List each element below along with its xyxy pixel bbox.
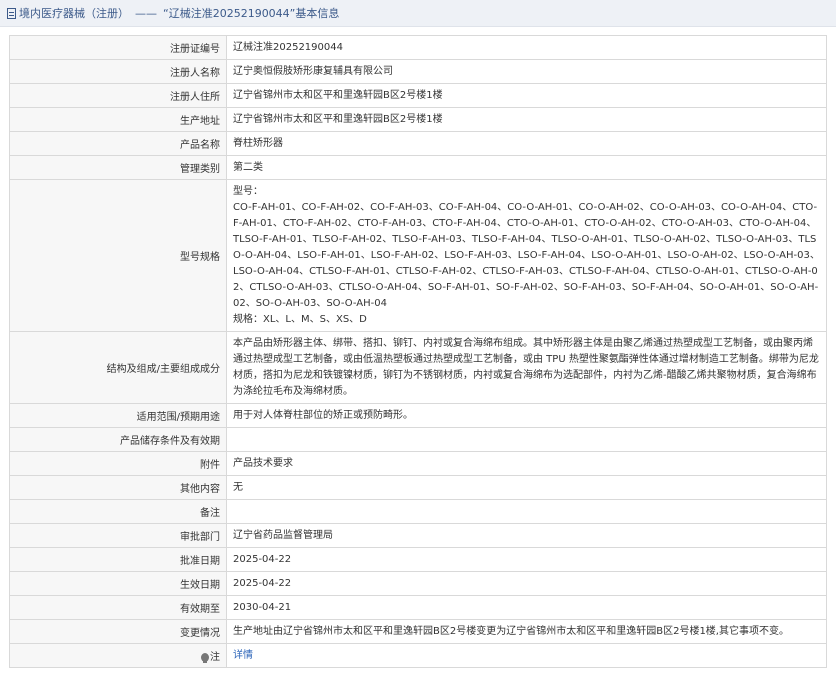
field-value: 用于对人体脊柱部位的矫正或预防畸形。 [226,403,827,428]
field-label: 产品名称 [9,131,227,156]
field-label: 适用范围/预期用途 [9,403,227,428]
field-value: 生产地址由辽宁省锦州市太和区平和里逸轩园B区2号楼变更为辽宁省锦州市太和区平和里… [226,619,827,644]
table-row: 附件 产品技术要求 [9,451,827,476]
field-label: 注册人名称 [9,59,227,84]
table-row: 注 详情 [9,643,827,668]
table-row: 注册人住所 辽宁省锦州市太和区平和里逸轩园B区2号楼1楼 [9,83,827,108]
page-header: 境内医疗器械（注册） —— “辽械注准20252190044”基本信息 [0,0,836,27]
record-title: “辽械注准20252190044”基本信息 [163,7,340,20]
table-row: 批准日期 2025-04-22 [9,547,827,572]
field-label: 生产地址 [9,107,227,132]
table-row: 产品名称 脊柱矫形器 [9,131,827,156]
lightbulb-icon [201,652,209,663]
details-label: 注 [9,643,227,668]
field-label: 生效日期 [9,571,227,596]
field-value: 辽宁省锦州市太和区平和里逸轩园B区2号楼1楼 [226,83,827,108]
field-value: 产品技术要求 [226,451,827,476]
field-label: 有效期至 [9,595,227,620]
table-row: 备注 [9,499,827,524]
registration-info-table: 注册证编号 辽械注准20252190044 注册人名称 辽宁奥恒假肢矫形康复辅具… [9,35,827,668]
field-value: 辽宁省药品监督管理局 [226,523,827,548]
field-label: 其他内容 [9,475,227,500]
field-value: 脊柱矫形器 [226,131,827,156]
table-row: 注册人名称 辽宁奥恒假肢矫形康复辅具有限公司 [9,59,827,84]
field-label: 型号规格 [9,179,227,332]
field-label: 注册证编号 [9,35,227,60]
table-row: 管理类别 第二类 [9,155,827,180]
document-icon [7,7,16,19]
model-list: CO-F-AH-01、CO-F-AH-02、CO-F-AH-03、CO-F-AH… [233,201,820,309]
field-label: 备注 [9,499,227,524]
details-cell: 详情 [226,643,827,668]
model-spec-value: 型号： CO-F-AH-01、CO-F-AH-02、CO-F-AH-03、CO-… [226,179,827,332]
field-value: 辽宁省锦州市太和区平和里逸轩园B区2号楼1楼 [226,107,827,132]
field-value: 本产品由矫形器主体、绑带、搭扣、铆钉、内衬或复合海绵布组成。其中矫形器主体是由聚… [226,331,827,404]
field-label: 注册人住所 [9,83,227,108]
table-row: 产品储存条件及有效期 [9,427,827,452]
table-row: 生产地址 辽宁省锦州市太和区平和里逸轩园B区2号楼1楼 [9,107,827,132]
table-row: 其他内容 无 [9,475,827,500]
field-value: 2030-04-21 [226,595,827,620]
table-row: 有效期至 2030-04-21 [9,595,827,620]
field-value: 2025-04-22 [226,571,827,596]
breadcrumb-separator: —— [135,6,157,20]
table-row: 变更情况 生产地址由辽宁省锦州市太和区平和里逸轩园B区2号楼变更为辽宁省锦州市太… [9,619,827,644]
field-label: 附件 [9,451,227,476]
details-label-text: 注 [210,652,220,663]
table-row: 结构及组成/主要组成成分 本产品由矫形器主体、绑带、搭扣、铆钉、内衬或复合海绵布… [9,331,827,404]
details-link[interactable]: 详情 [233,650,253,661]
field-value: 2025-04-22 [226,547,827,572]
table-row: 审批部门 辽宁省药品监督管理局 [9,523,827,548]
field-label: 管理类别 [9,155,227,180]
table-row: 生效日期 2025-04-22 [9,571,827,596]
model-heading: 型号： [233,185,263,197]
table-row: 型号规格 型号： CO-F-AH-01、CO-F-AH-02、CO-F-AH-0… [9,179,827,332]
breadcrumb-category-link[interactable]: 境内医疗器械（注册） [19,5,129,21]
spec-line: 规格：XL、L、M、S、XS、D [233,313,367,325]
table-row: 适用范围/预期用途 用于对人体脊柱部位的矫正或预防畸形。 [9,403,827,428]
field-value: 第二类 [226,155,827,180]
field-value: 辽宁奥恒假肢矫形康复辅具有限公司 [226,59,827,84]
field-value [226,499,827,524]
field-label: 批准日期 [9,547,227,572]
field-value [226,427,827,452]
field-label: 结构及组成/主要组成成分 [9,331,227,404]
field-value: 辽械注准20252190044 [226,35,827,60]
field-label: 审批部门 [9,523,227,548]
field-value: 无 [226,475,827,500]
field-label: 变更情况 [9,619,227,644]
field-label: 产品储存条件及有效期 [9,427,227,452]
table-row: 注册证编号 辽械注准20252190044 [9,35,827,60]
